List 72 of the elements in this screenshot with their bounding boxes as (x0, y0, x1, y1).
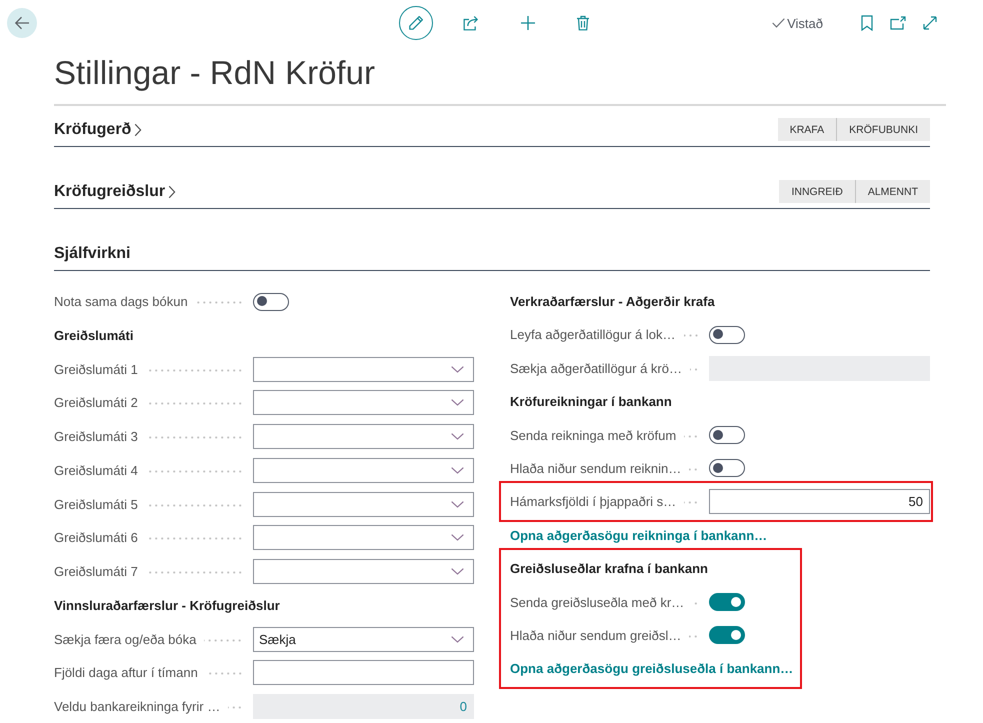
field-label: Greiðslumáti 1 (54, 362, 138, 376)
toggle-switch[interactable] (709, 593, 745, 612)
field-label: Leyfa aðgerðatillögur á lok… (510, 327, 676, 342)
chevron-down-icon (451, 534, 464, 542)
toggle-switch[interactable] (709, 626, 745, 644)
section-action-button[interactable]: ALMENNT (854, 180, 930, 203)
chevron-down-icon (451, 399, 464, 406)
field-label: Hlaða niður sendum reiknin… (510, 460, 682, 476)
field-label: Greiðslumáti 7 (54, 564, 138, 579)
input-field[interactable]: 50 (709, 489, 930, 514)
section-title[interactable]: Kröfugerð (54, 119, 142, 141)
field-label: Sækja aðgerðatillögur á krö… (510, 360, 682, 376)
group-heading: Vinnsluraðarfærslur - Kröfugreiðslur (54, 596, 280, 615)
field-label: Senda greiðsluseðla með kr… (510, 594, 684, 610)
chevron-down-icon (451, 466, 464, 474)
chevron-right-icon (134, 123, 142, 137)
chevron-down-icon (451, 500, 464, 508)
field-label: Greiðslumáti 4 (54, 462, 138, 478)
bookmark-icon[interactable] (861, 15, 873, 31)
field-label: Hlaða niður sendum greiðsl… (510, 628, 682, 643)
chevron-down-icon (451, 636, 464, 642)
toggle-switch[interactable] (709, 459, 745, 478)
field-label: Greiðslumáti 2 (54, 395, 138, 410)
section-action-button[interactable]: KRAFA (778, 118, 836, 141)
group-heading: Greiðslumáti (54, 326, 134, 345)
dropdown-field[interactable] (253, 458, 474, 483)
group-heading: Kröfureikningar í bankann (510, 393, 672, 412)
arrow-left-icon (14, 16, 30, 30)
field-label: Sækja færa og/eða bóka (54, 632, 196, 646)
delete-icon[interactable] (576, 15, 590, 31)
read-only-field: 0 (253, 694, 474, 719)
chevron-down-icon (451, 366, 464, 372)
group-heading: Verkraðarfærslur - Aðgerðir krafa (510, 293, 715, 311)
toggle-switch[interactable] (253, 292, 289, 310)
add-icon[interactable] (520, 15, 536, 31)
expand-icon[interactable] (922, 15, 938, 31)
field-label: Veldu bankareikninga fyrir … (54, 699, 220, 714)
field-label: Greiðslumáti 3 (54, 429, 138, 444)
dropdown-field[interactable] (253, 390, 474, 416)
input-field[interactable] (253, 660, 474, 686)
link[interactable]: Opna aðgerðasögu reikninga í bankann… (510, 522, 768, 548)
chevron-right-icon (168, 185, 176, 199)
section-title[interactable]: Sjálfvirkni (54, 243, 130, 265)
field-label: Greiðslumáti 6 (54, 530, 138, 546)
group-heading: Greiðsluseðlar krafna í bankann (510, 560, 708, 578)
popout-icon[interactable] (890, 16, 906, 30)
dropdown-field[interactable] (253, 424, 474, 449)
chevron-down-icon (451, 568, 464, 575)
field-label: Fjöldi daga aftur í tímann (54, 665, 198, 680)
section-title[interactable]: Kröfugreiðslur (54, 181, 176, 203)
field-label: Senda reikninga með kröfum (510, 428, 676, 443)
field-label: Greiðslumáti 5 (54, 496, 138, 512)
page-title: Stillingar - RdN Kröfur (54, 53, 375, 93)
chevron-down-icon (451, 433, 464, 440)
toggle-switch[interactable] (709, 426, 745, 444)
field-label: Nota sama dags bókun (54, 294, 188, 309)
link[interactable]: Opna aðgerðasögu greiðsluseðla í bankann… (510, 656, 794, 682)
toggle-switch[interactable] (709, 326, 745, 344)
section-action-button[interactable]: INNGREIÐ (779, 180, 855, 203)
section-action-button[interactable]: KRÖFUBUNKI (836, 118, 930, 141)
dropdown-field[interactable] (253, 492, 474, 516)
edit-button[interactable] (399, 6, 433, 40)
dropdown-field[interactable]: Sækja (253, 626, 474, 652)
dropdown-field[interactable] (253, 356, 474, 382)
field-label: Hámarksfjöldi í þjappaðri s… (510, 494, 676, 510)
dropdown-field[interactable] (253, 525, 474, 550)
back-button[interactable] (7, 8, 37, 38)
share-icon[interactable] (463, 15, 479, 31)
check-icon (772, 18, 786, 28)
save-status: Vistað (787, 16, 823, 30)
dropdown-field[interactable] (253, 559, 474, 584)
pencil-icon (408, 15, 424, 31)
